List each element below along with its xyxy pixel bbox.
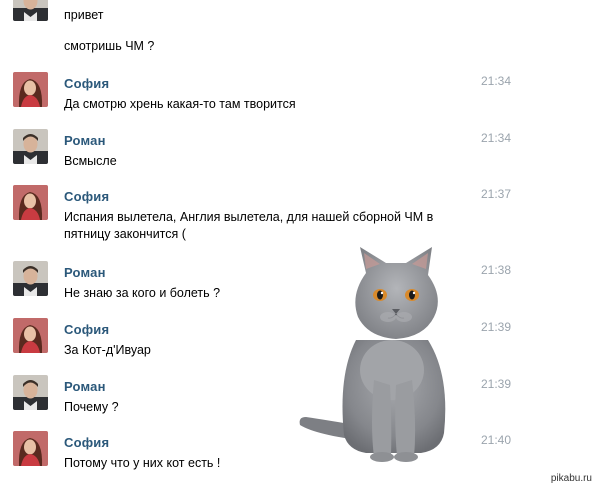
message-time: 21:40	[481, 433, 512, 447]
message-time: 21:34	[481, 131, 512, 145]
message-text: Всмысле	[64, 154, 117, 168]
message-item: Роман 21:34 Всмысле	[0, 129, 600, 169]
sender-name[interactable]: София	[64, 76, 109, 91]
message-time: 21:39	[481, 320, 512, 334]
sender-name[interactable]: София	[64, 189, 109, 204]
message-text: За Кот-д'Ивуар	[64, 343, 151, 357]
roman-avatar[interactable]	[13, 375, 48, 410]
sender-name[interactable]: София	[64, 322, 109, 337]
message-item: смотришь ЧМ ?	[0, 38, 600, 58]
message-text: пятницу закончится (	[64, 227, 186, 241]
roman-avatar[interactable]	[13, 129, 48, 164]
message-time: 21:34	[481, 74, 512, 88]
roman-avatar[interactable]	[13, 261, 48, 296]
roman-avatar[interactable]	[13, 0, 48, 21]
sender-name[interactable]: Роман	[64, 265, 106, 280]
message-text: привет	[64, 8, 104, 22]
message-time: 21:39	[481, 377, 512, 391]
message-item: привет	[0, 0, 600, 26]
message-text: смотришь ЧМ ?	[64, 39, 155, 53]
sender-name[interactable]: София	[64, 435, 109, 450]
sofia-avatar[interactable]	[13, 185, 48, 220]
message-text: Потому что у них кот есть !	[64, 456, 221, 470]
message-item: София 21:37 Испания вылетела, Англия выл…	[0, 185, 600, 243]
sofia-avatar[interactable]	[13, 431, 48, 466]
chat-history: привет смотришь ЧМ ? София 21:34 Да смот…	[0, 0, 600, 490]
message-text: Испания вылетела, Англия вылетела, для н…	[64, 210, 434, 224]
sofia-avatar[interactable]	[13, 318, 48, 353]
cat-image	[296, 245, 471, 465]
watermark: pikabu.ru	[550, 473, 592, 484]
sofia-avatar[interactable]	[13, 72, 48, 107]
message-item: София 21:34 Да смотрю хрень какая-то там…	[0, 72, 600, 112]
message-text: Почему ?	[64, 400, 119, 414]
message-time: 21:38	[481, 263, 512, 277]
message-time: 21:37	[481, 187, 512, 201]
sender-name[interactable]: Роман	[64, 379, 106, 394]
message-text: Да смотрю хрень какая-то там творится	[64, 97, 296, 111]
sender-name[interactable]: Роман	[64, 133, 106, 148]
message-text: Не знаю за кого и болеть ?	[64, 286, 221, 300]
